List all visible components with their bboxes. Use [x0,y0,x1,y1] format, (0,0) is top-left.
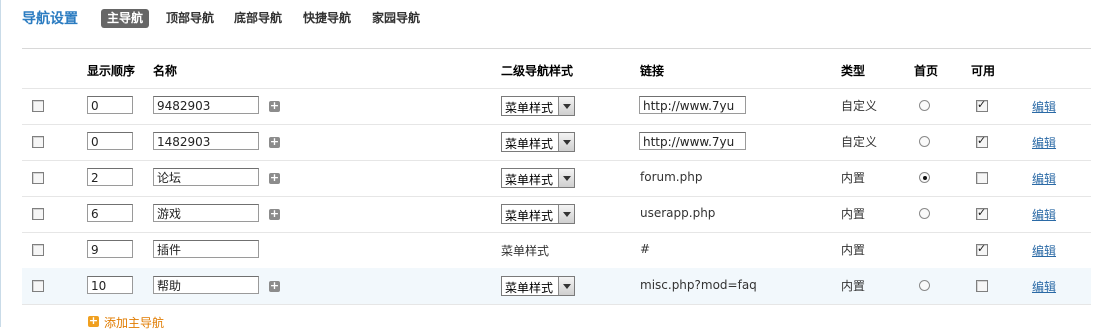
nav-type: 内置 [841,207,866,221]
submenu-style-select[interactable]: 菜单样式 [501,96,575,116]
header-divider [22,48,1091,49]
submenu-style-value: 菜单样式 [505,137,554,151]
edit-link[interactable]: 编辑 [1032,278,1056,295]
submenu-style-select[interactable]: 菜单样式 [501,132,575,152]
name-input[interactable]: 9482903 [153,96,259,114]
name-input[interactable]: 论坛 [153,168,259,186]
table-row: 0 9482903 + 菜单样式 http://www.7yu 自定义 编辑 [22,88,1091,125]
enabled-checkbox[interactable] [976,172,988,184]
home-radio[interactable] [919,280,930,291]
order-input[interactable]: 2 [87,168,133,186]
home-radio[interactable] [919,100,930,111]
edit-link[interactable]: 编辑 [1032,98,1056,115]
order-input[interactable]: 10 [87,276,133,294]
table-row: 2 论坛 + 菜单样式 forum.php 内置 编辑 [22,160,1091,197]
nav-type: 内置 [841,171,866,185]
order-input[interactable]: 6 [87,204,133,222]
chevron-down-icon [558,277,574,295]
chevron-down-icon [558,205,574,223]
order-input[interactable]: 9 [87,240,133,258]
order-input[interactable]: 0 [87,132,133,150]
submenu-style-value: 菜单样式 [505,101,554,115]
add-submenu-icon[interactable]: + [269,208,280,220]
table-row: 9 插件 菜单样式 # 内置 编辑 [22,232,1091,269]
row-select-checkbox[interactable] [32,244,44,256]
link-text: forum.php [640,170,703,184]
row-select-checkbox[interactable] [32,280,44,292]
table-row: 6 游戏 + 菜单样式 userapp.php 内置 编辑 [22,196,1091,233]
submenu-style-text: 菜单样式 [501,244,550,258]
nav-settings-header: 导航设置 主导航 顶部导航 底部导航 快捷导航 家园导航 [0,0,1104,52]
row-select-checkbox[interactable] [32,136,44,148]
tab-main-nav[interactable]: 主导航 [101,9,150,28]
name-input[interactable]: 帮助 [153,276,259,294]
home-radio[interactable] [919,172,930,183]
link-text: # [640,242,651,256]
add-main-nav-label: 添加主导航 [104,316,165,330]
link-input[interactable]: http://www.7yu [639,96,746,114]
chevron-down-icon [558,169,574,187]
nav-type: 自定义 [841,135,878,149]
submenu-style-value: 菜单样式 [505,209,554,223]
home-radio[interactable] [919,136,930,147]
name-input[interactable]: 游戏 [153,204,259,222]
submenu-style-select[interactable]: 菜单样式 [501,276,575,296]
enabled-checkbox[interactable] [976,134,988,148]
link-text: misc.php?mod=faq [640,278,757,292]
tab-top-nav[interactable]: 顶部导航 [160,9,220,28]
tab-bottom-nav[interactable]: 底部导航 [228,9,288,28]
submenu-style-select[interactable]: 菜单样式 [501,168,575,188]
row-select-checkbox[interactable] [32,172,44,184]
name-input[interactable]: 插件 [153,240,259,258]
add-submenu-icon[interactable]: + [269,280,280,292]
chevron-down-icon [558,97,574,115]
nav-type: 自定义 [841,99,878,113]
nav-type: 内置 [841,279,866,293]
link-input[interactable]: http://www.7yu [639,132,746,150]
edit-link[interactable]: 编辑 [1032,134,1056,151]
link-text: userapp.php [640,206,716,220]
submenu-style-select[interactable]: 菜单样式 [501,204,575,224]
chevron-down-icon [558,133,574,151]
enabled-checkbox[interactable] [976,280,988,292]
add-submenu-icon[interactable]: + [269,136,280,148]
home-radio[interactable] [919,208,930,219]
table-header-row [22,52,1091,89]
edit-link[interactable]: 编辑 [1032,206,1056,223]
edit-link[interactable]: 编辑 [1032,170,1056,187]
edit-link[interactable]: 编辑 [1032,242,1056,259]
name-input[interactable]: 1482903 [153,132,259,150]
nav-type: 内置 [841,243,866,257]
enabled-checkbox[interactable] [976,206,988,220]
enabled-checkbox[interactable] [976,98,988,112]
row-select-checkbox[interactable] [32,100,44,112]
add-submenu-icon[interactable]: + [269,172,280,184]
submenu-style-value: 菜单样式 [505,173,554,187]
table-row: 0 1482903 + 菜单样式 http://www.7yu 自定义 编辑 [22,124,1091,161]
order-input[interactable]: 0 [87,96,133,114]
submenu-style-value: 菜单样式 [505,281,554,295]
table-row: 10 帮助 + 菜单样式 misc.php?mod=faq 内置 编辑 [22,268,1091,305]
tab-home-nav[interactable]: 家园导航 [366,9,426,28]
add-icon: + [88,314,99,327]
row-select-checkbox[interactable] [32,208,44,220]
tab-quick-nav[interactable]: 快捷导航 [297,9,357,28]
add-submenu-icon[interactable]: + [269,100,280,112]
enabled-checkbox[interactable] [976,242,988,256]
page-title: 导航设置 [22,11,78,27]
